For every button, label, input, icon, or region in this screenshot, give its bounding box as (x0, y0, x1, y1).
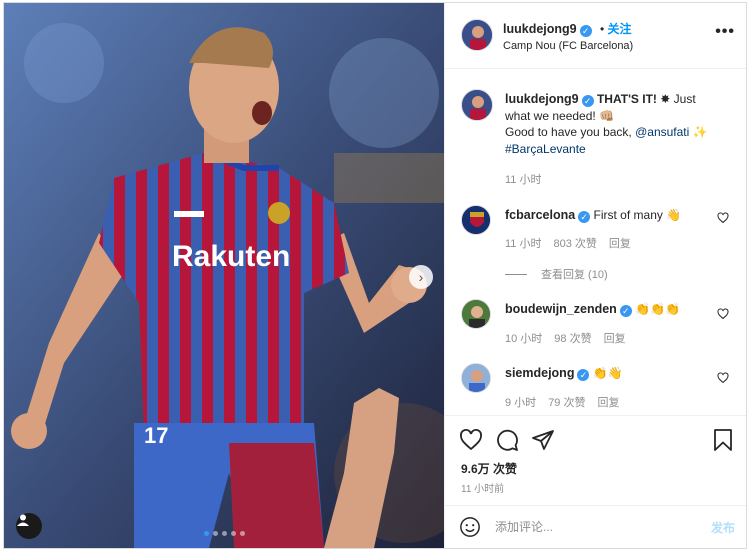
next-slide-button[interactable]: › (409, 265, 433, 289)
comment-meta: 10 小时 98 次赞 回复 (505, 330, 638, 346)
carousel-dot (222, 531, 227, 536)
carousel-indicator (204, 531, 245, 536)
separator-dot: • (599, 22, 605, 36)
author-username[interactable]: luukdejong9 (503, 22, 577, 36)
caption-author-avatar[interactable] (461, 89, 493, 121)
post-photo: Rakuten 17 › (4, 3, 444, 548)
reply-button[interactable]: 回复 (609, 238, 631, 250)
post-side-panel: luukdejong9 ✓ • 关注 Camp Nou (FC Barcelona… (444, 3, 746, 548)
post-header: luukdejong9 ✓ • 关注 Camp Nou (FC Barcelona… (445, 3, 746, 69)
likes-count[interactable]: 9.6万 次赞 (461, 460, 517, 477)
more-options-button[interactable]: ••• (715, 24, 735, 40)
caption-timestamp: 11 小时 (505, 174, 542, 186)
caption-line1-rest: Just (673, 92, 696, 106)
carousel-dot (204, 531, 209, 536)
save-bookmark-icon[interactable] (711, 428, 735, 452)
comment-text: siemdejong ✓ 👏👋 (505, 365, 623, 382)
commenter-avatar[interactable] (461, 363, 491, 393)
post-actions: 9.6万 次赞 11 小时前 (445, 415, 746, 505)
comment-time: 9 小时 (505, 397, 537, 409)
author-avatar[interactable] (461, 19, 493, 51)
caption-line2: what we needed! 👊🏼 (505, 108, 615, 123)
add-comment-bar: 发布 (445, 505, 746, 548)
burst-emoji-icon: ✸ (660, 92, 671, 106)
comment-likes[interactable]: 79 次赞 (548, 397, 585, 409)
comment-text: boudewijn_zenden ✓ 👏👏👏 (505, 301, 680, 318)
caption-line3-prefix: Good to have you back, (505, 125, 636, 139)
person-icon (17, 514, 29, 526)
chevron-right-icon: › (418, 269, 424, 285)
comment-bubble-icon[interactable] (495, 428, 519, 452)
carousel-dot (231, 531, 236, 536)
post-time-ago: 11 小时前 (461, 484, 505, 495)
share-paper-plane-icon[interactable] (531, 428, 555, 452)
shirt-sponsor-text: Rakuten (172, 240, 290, 273)
comment-meta: 11 小时 803 次赞 回复 (505, 235, 643, 251)
shorts-number: 17 (144, 423, 168, 448)
tagged-users-button[interactable] (16, 513, 42, 539)
reply-button[interactable]: 回复 (604, 333, 626, 345)
post-location[interactable]: Camp Nou (FC Barcelona) (503, 40, 633, 52)
comment-body: 👏👋 (592, 366, 623, 380)
verified-badge-icon: ✓ (619, 305, 632, 317)
caption-text: luukdejong9 ✓ THAT'S IT! ✸ Just what we n… (505, 91, 740, 157)
verified-badge-icon: ✓ (579, 25, 592, 37)
like-comment-heart-icon[interactable] (717, 308, 729, 320)
carousel-dot (240, 531, 245, 536)
divider-line (505, 273, 527, 275)
comment-input[interactable] (495, 517, 685, 537)
comment-time: 11 小时 (505, 238, 542, 250)
verified-badge-icon: ✓ (577, 369, 590, 381)
comment-username[interactable]: fcbarcelona (505, 208, 575, 222)
commenter-avatar[interactable] (461, 205, 491, 235)
caption-bold-text: THAT'S IT! (596, 92, 657, 106)
view-replies-button[interactable]: 查看回复 (10) (505, 266, 608, 282)
reply-button[interactable]: 回复 (597, 397, 619, 409)
comment-meta: 9 小时 79 次赞 回复 (505, 394, 631, 410)
comment-likes[interactable]: 98 次赞 (554, 333, 591, 345)
instagram-post-modal: Rakuten 17 › luukdejong9 ✓ • 关注 Camp Nou… (3, 2, 747, 549)
follow-button[interactable]: 关注 (608, 22, 632, 36)
comment-text: fcbarcelona ✓ First of many 👋 (505, 207, 681, 224)
verified-badge-icon: ✓ (581, 95, 594, 107)
view-replies-label: 查看回复 (10) (541, 269, 608, 281)
mention-link[interactable]: @ansufati (635, 125, 689, 139)
player-illustration: Rakuten 17 (4, 3, 444, 548)
caption-line3-suffix: ✨ (689, 125, 708, 139)
comment-body: 👏👏👏 (635, 302, 680, 316)
like-heart-icon[interactable] (459, 428, 483, 452)
comment-body: First of many 👋 (593, 208, 682, 222)
commenter-avatar[interactable] (461, 299, 491, 329)
comment-time: 10 小时 (505, 333, 543, 345)
hashtag-link[interactable]: #BarçaLevante (505, 142, 586, 156)
comment-likes[interactable]: 803 次赞 (553, 238, 596, 250)
verified-badge-icon: ✓ (578, 211, 591, 223)
caption-username[interactable]: luukdejong9 (505, 92, 579, 106)
post-comment-button[interactable]: 发布 (711, 519, 735, 536)
carousel-dot (213, 531, 218, 536)
emoji-smiley-icon[interactable] (459, 516, 481, 538)
like-comment-heart-icon[interactable] (717, 212, 729, 224)
comment-username[interactable]: siemdejong (505, 366, 574, 380)
like-comment-heart-icon[interactable] (717, 372, 729, 384)
comment-username[interactable]: boudewijn_zenden (505, 302, 617, 316)
